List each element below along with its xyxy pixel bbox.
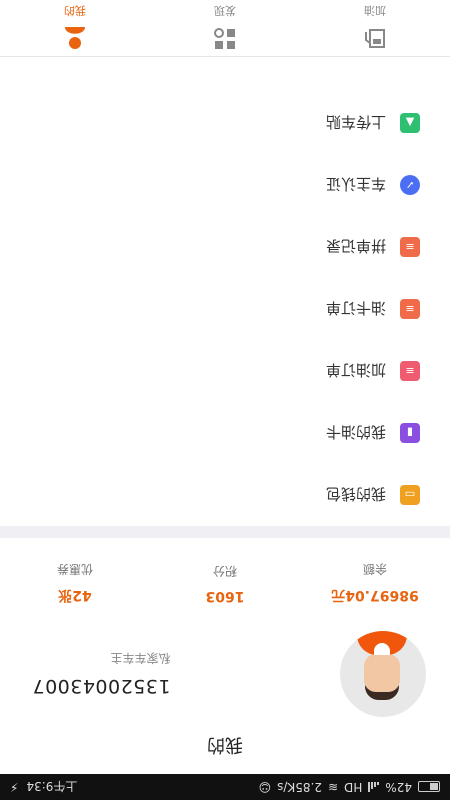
stat-coupons[interactable]: 42张 优惠券	[0, 562, 150, 607]
tab-label: 发现	[214, 4, 236, 18]
signal-icon	[368, 782, 380, 792]
fuel-icon	[362, 23, 388, 53]
clock: 上午9:34	[26, 779, 78, 794]
tab-discover[interactable]: 发现	[150, 0, 300, 56]
verify-badge-icon: ✓	[400, 175, 420, 195]
menu-item-label: 上传车贴	[325, 113, 386, 132]
profile-card[interactable]: 13520043007 私家车车主	[0, 630, 450, 718]
menu-item-label: 我的钱包	[325, 485, 386, 504]
menu-item-owner-verify[interactable]: ✓ 车主认证	[0, 154, 450, 216]
battery-icon	[418, 781, 440, 793]
oil-card-icon: ▮	[400, 423, 420, 443]
section-divider	[0, 526, 450, 538]
avatar[interactable]	[340, 631, 426, 717]
stat-value: 98697.04元	[331, 587, 419, 604]
menu-item-card-orders[interactable]: ≡ 油卡订单	[0, 278, 450, 340]
menu-item-group-orders[interactable]: ≡ 拼单记录	[0, 216, 450, 278]
tab-mine[interactable]: 我的	[0, 0, 150, 56]
bottom-tab-bar: 加油 发现 我的	[0, 0, 450, 57]
net-speed: 2.85K/s	[277, 780, 322, 794]
profile-info: 13520043007 私家车车主	[24, 651, 170, 698]
stat-points[interactable]: 1603 积分	[150, 564, 300, 605]
menu-item-label: 油卡订单	[325, 299, 386, 318]
tab-label: 加油	[364, 4, 386, 18]
profile-phone: 13520043007	[32, 675, 171, 698]
menu-item-upload-sticker[interactable]: ▲ 上传车贴	[0, 92, 450, 154]
app-screen: 42% HD ≋ 2.85K/s ☺ 上午9:34 ⚡ 我的 135200430…	[0, 0, 450, 800]
wallet-icon: ▭	[400, 485, 420, 505]
card-order-icon: ≡	[400, 299, 420, 319]
menu-item-label: 加油订单	[325, 361, 386, 380]
tab-label: 我的	[64, 4, 86, 18]
profile-tag: 私家车车主	[110, 651, 171, 666]
menu-item-wallet[interactable]: ▭ 我的钱包	[0, 464, 450, 526]
profile-icon	[62, 23, 88, 53]
battery-level: 42%	[385, 780, 412, 794]
stats-row: 98697.04元 余额 1603 积分 42张 优惠券	[0, 538, 450, 630]
menu-item-oil-card[interactable]: ▮ 我的油卡	[0, 402, 450, 464]
menu-item-fuel-orders[interactable]: ≡ 加油订单	[0, 340, 450, 402]
stat-value: 1603	[205, 588, 245, 605]
network-type: HD	[344, 780, 363, 794]
stat-label: 优惠券	[57, 562, 94, 577]
group-order-icon: ≡	[400, 237, 420, 257]
status-bar: 42% HD ≋ 2.85K/s ☺ 上午9:34 ⚡	[0, 774, 450, 800]
wifi-icon: ≋	[328, 780, 339, 794]
page-title: 我的	[207, 734, 243, 755]
page-title-bar: 我的	[0, 718, 450, 774]
stat-label: 积分	[213, 564, 238, 579]
menu-item-label: 拼单记录	[325, 237, 386, 256]
menu-item-label: 车主认证	[325, 175, 386, 194]
menu-list: ▭ 我的钱包 ▮ 我的油卡 ≡ 加油订单 ≡ 油卡订单 ≡ 拼单记录 ✓ 车主认…	[0, 92, 450, 526]
stat-balance[interactable]: 98697.04元 余额	[300, 562, 450, 607]
stat-value: 42张	[58, 587, 92, 604]
fuel-order-icon: ≡	[400, 361, 420, 381]
tab-fuel[interactable]: 加油	[300, 0, 450, 56]
menu-item-label: 我的油卡	[325, 423, 386, 442]
stat-label: 余额	[363, 562, 388, 577]
image-upload-icon: ▲	[400, 113, 420, 133]
notification-icon: ☺	[258, 780, 272, 794]
charging-icon: ⚡	[10, 780, 19, 794]
discover-icon	[212, 23, 238, 53]
